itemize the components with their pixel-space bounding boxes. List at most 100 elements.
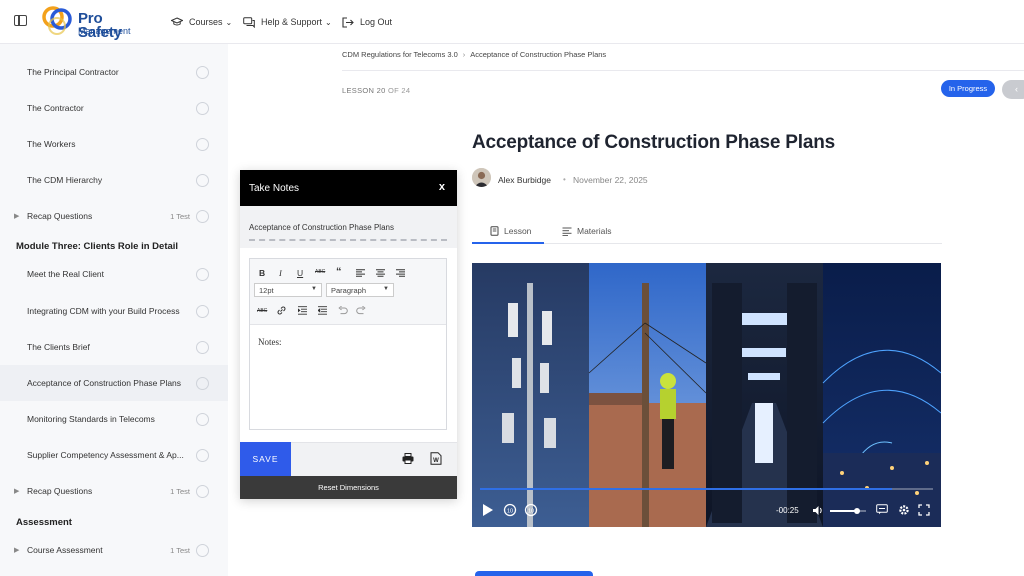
tab-lesson-label: Lesson [504,226,532,236]
sidebar-item-course-assessment[interactable]: ▶ Course Assessment 1 Test [0,532,228,568]
caret-right-icon[interactable]: ▶ [14,212,19,220]
notes-header-title: Take Notes [249,183,300,194]
align-right-icon[interactable] [396,269,405,277]
tab-materials-label: Materials [577,226,612,236]
play-icon[interactable] [482,503,494,517]
block-format-select[interactable]: Paragraph ▼ [326,283,394,297]
test-count: 1 Test [170,545,190,555]
tab-materials[interactable]: Materials [562,226,611,236]
volume-icon[interactable] [812,505,824,516]
notes-editor[interactable]: B I U ABC “ 12pt ▼ Paragraph ▼ ABC Notes… [249,258,447,430]
list-icon [562,227,572,236]
remove-format-icon[interactable]: ABC [257,308,267,314]
sidebar-item-label: The Clients Brief [27,342,90,352]
undo-icon[interactable] [338,306,348,315]
nav-help-support[interactable]: Help & Support ⌄ [243,0,332,44]
incomplete-circle-icon [196,543,209,557]
sidebar-item-recap-questions-2[interactable]: ▶ Recap Questions 1 Test [0,473,228,509]
sidebar-item-label: Integrating CDM with your Build Process [27,306,180,316]
close-icon[interactable]: x [439,181,445,193]
tab-lesson[interactable]: Lesson [490,226,531,236]
lesson-counter: LESSON 20 OF 24 [342,86,410,95]
nav-help-label: Help & Support [261,17,323,27]
save-button[interactable]: SAVE [240,442,291,476]
assessment-heading: Assessment [16,517,72,528]
export-word-icon[interactable]: W [430,452,442,465]
redo-icon[interactable] [356,306,366,315]
volume-slider[interactable] [830,508,866,514]
underline-icon[interactable]: U [297,268,303,278]
video-player[interactable]: 10 10 -00:25 [472,263,941,527]
sidebar-item-monitoring-standards[interactable]: Monitoring Standards in Telecoms [0,401,228,437]
forward-10-icon[interactable]: 10 [524,503,538,517]
next-lesson-button[interactable] [475,571,593,576]
notes-header[interactable]: Take Notes x [240,170,457,206]
incomplete-circle-icon [196,412,209,426]
test-count: 1 Test [170,486,190,496]
settings-gear-icon[interactable] [898,504,910,516]
sidebar-item-cdm-hierarchy[interactable]: The CDM Hierarchy [0,162,228,198]
align-left-icon[interactable] [356,269,365,277]
caret-right-icon[interactable]: ▶ [14,546,19,554]
sidebar-item-workers[interactable]: The Workers [0,126,228,162]
top-bar: Pro Safety Management Courses ⌄ Help & S… [0,0,1024,44]
caret-right-icon[interactable]: ▶ [14,487,19,495]
incomplete-circle-icon [196,267,209,281]
sidebar-item-recap-questions[interactable]: ▶ Recap Questions 1 Test [0,198,228,234]
incomplete-circle-icon [196,448,209,462]
print-icon[interactable] [402,453,414,464]
nav-courses[interactable]: Courses ⌄ [171,0,232,44]
notes-title-field[interactable]: Acceptance of Construction Phase Plans [249,223,394,232]
italic-icon[interactable]: I [279,268,282,278]
logo[interactable]: Pro Safety Management [40,4,150,40]
sidebar-item-clients-brief[interactable]: The Clients Brief [0,329,228,365]
svg-text:10: 10 [528,508,534,514]
strikethrough-icon[interactable]: ABC [315,269,325,275]
reset-dimensions-button[interactable]: Reset Dimensions [240,476,457,499]
video-progress-track[interactable] [480,488,933,490]
breadcrumb: CDM Regulations for Telecoms 3.0 › Accepta… [342,50,606,59]
font-size-select[interactable]: 12pt ▼ [254,283,322,297]
chat-icon [243,16,255,28]
bold-icon[interactable]: B [259,268,265,278]
test-count: 1 Test [170,211,190,221]
author-name[interactable]: Alex Burbidge [498,175,551,185]
page-title: Acceptance of Construction Phase Plans [472,132,835,153]
outdent-icon[interactable] [318,306,327,315]
nav-log-out[interactable]: Log Out [342,0,392,44]
indent-icon[interactable] [298,306,307,315]
graduation-cap-icon [171,17,183,26]
link-icon[interactable] [277,306,286,315]
volume-handle[interactable] [854,508,860,514]
video-time-remaining: -00:25 [776,506,799,515]
previous-lesson-button[interactable]: ‹ [1002,80,1024,99]
sidebar-item-label: Course Assessment [27,545,103,555]
content-tabs: Lesson Materials [472,222,942,244]
incomplete-circle-icon [196,340,209,354]
sidebar-item-label: Recap Questions [27,486,93,496]
logout-icon [342,16,354,28]
captions-icon[interactable] [876,504,888,515]
incomplete-circle-icon [196,137,209,151]
lesson-counter-current: LESSON 20 [342,86,386,95]
dropdown-arrow-icon: ▼ [311,286,317,292]
rewind-10-icon[interactable]: 10 [503,503,517,517]
breadcrumb-lesson: Acceptance of Construction Phase Plans [470,50,607,59]
meta-separator: • [563,175,566,184]
sidebar-toggle-icon[interactable] [14,15,27,26]
sidebar-item-supplier-competency[interactable]: Supplier Competency Assessment & Ap... [0,437,228,473]
sidebar-item-acceptance-construction-phase-plans[interactable]: Acceptance of Construction Phase Plans [0,365,228,401]
blockquote-icon[interactable]: “ [336,266,342,278]
take-notes-panel[interactable]: Take Notes x Acceptance of Construction … [240,170,457,499]
breadcrumb-course-link[interactable]: CDM Regulations for Telecoms 3.0 [342,50,458,59]
status-badge[interactable]: In Progress [941,80,995,97]
align-center-icon[interactable] [376,269,385,277]
notes-body[interactable]: Notes: [258,337,282,347]
sidebar-item-meet-real-client[interactable]: Meet the Real Client [0,256,228,292]
fullscreen-icon[interactable] [918,504,930,516]
sidebar-item-integrating-cdm[interactable]: Integrating CDM with your Build Process [0,293,228,329]
editor-toolbar: B I U ABC “ 12pt ▼ Paragraph ▼ ABC [250,259,446,325]
incomplete-circle-icon [196,304,209,318]
sidebar-item-principal-contractor[interactable]: The Principal Contractor [0,54,228,90]
sidebar-item-contractor[interactable]: The Contractor [0,90,228,126]
